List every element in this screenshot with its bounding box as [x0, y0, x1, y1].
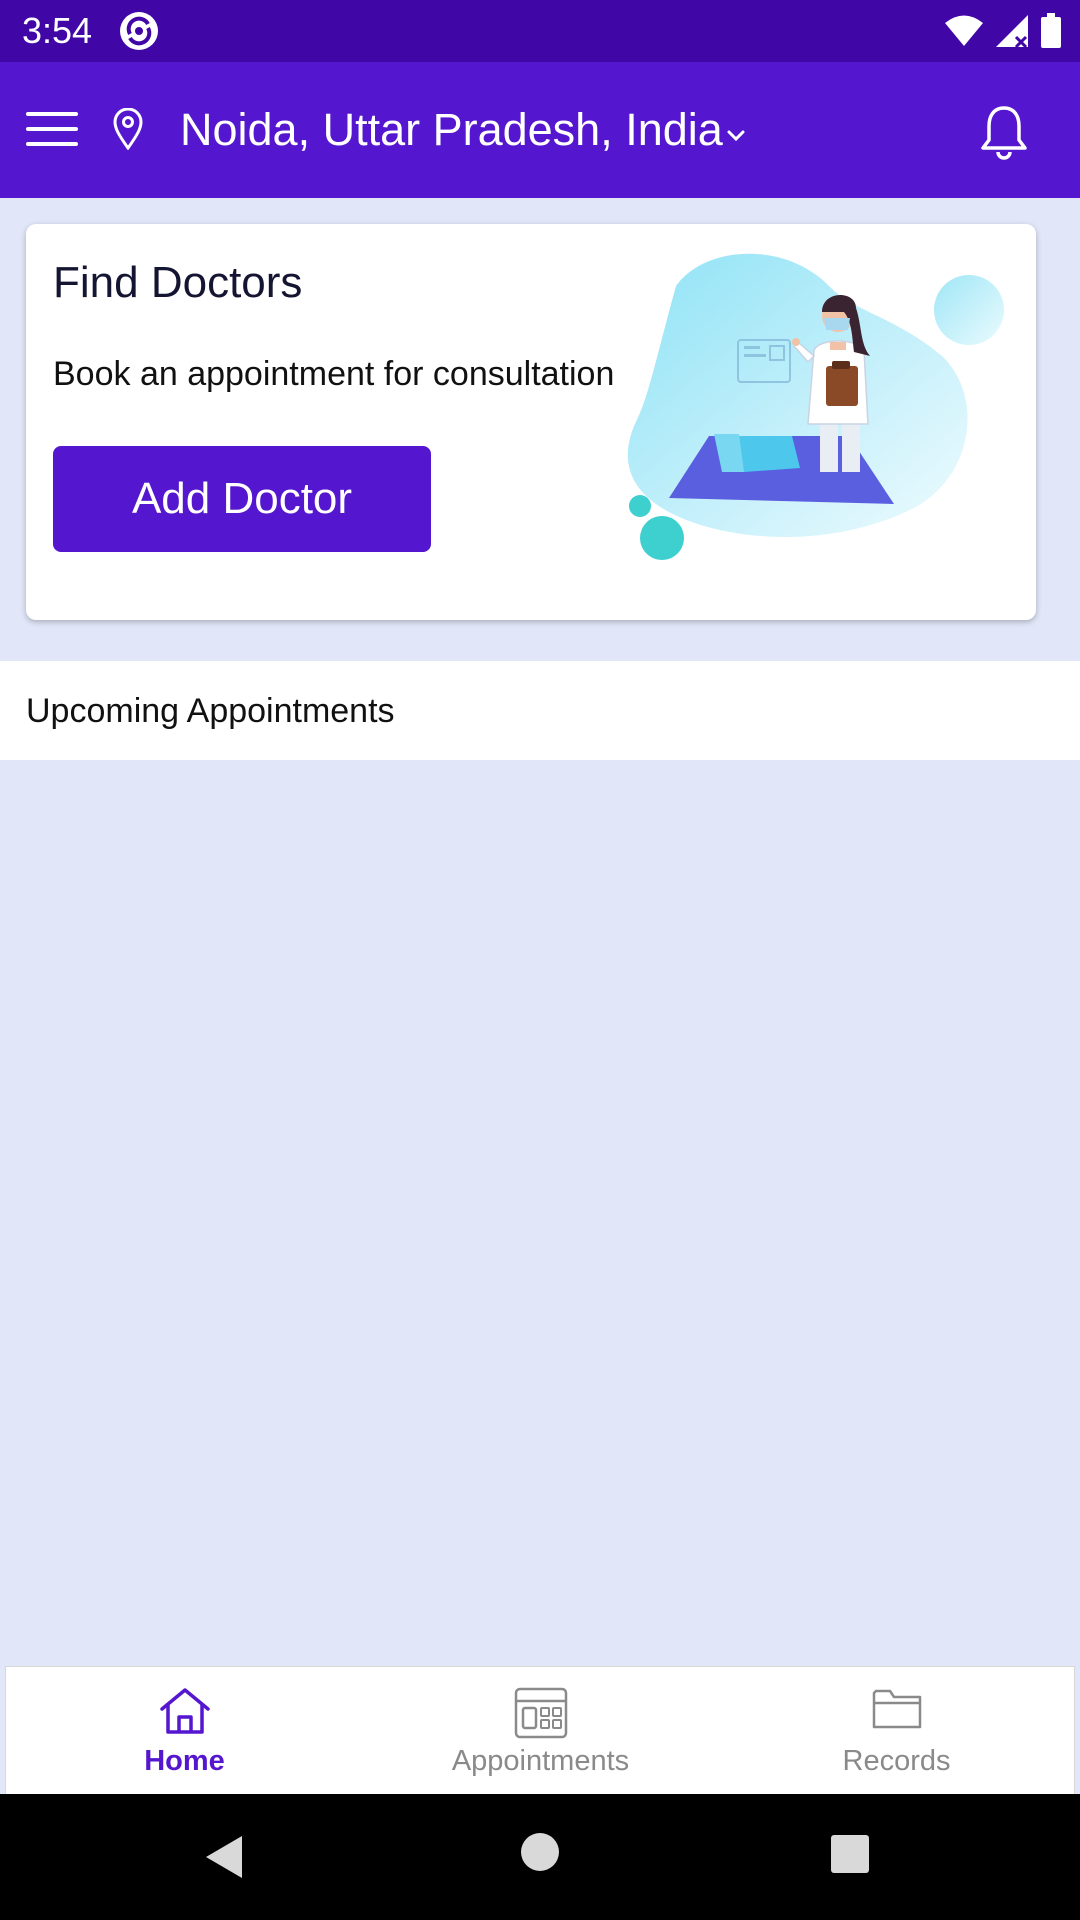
app-notification-icon [120, 12, 158, 50]
add-doctor-button[interactable]: Add Doctor [53, 446, 431, 552]
upcoming-appointments-section: Upcoming Appointments [0, 661, 1080, 760]
wifi-icon [945, 15, 983, 46]
screen: 3:54 Noida, Uttar Pradesh, India Find Do… [0, 0, 1080, 1920]
card-subtitle: Book an appointment for consultation [53, 355, 615, 393]
nav-records-label: Records [842, 1745, 951, 1777]
status-time: 3:54 [22, 10, 93, 51]
folder-icon [872, 1689, 921, 1729]
upcoming-appointments-label: Upcoming Appointments [26, 692, 395, 730]
back-icon[interactable] [204, 1834, 244, 1880]
nav-records[interactable]: Records [718, 1667, 1075, 1795]
home-icon [159, 1688, 210, 1734]
app-bar: Noida, Uttar Pradesh, India [0, 62, 1080, 198]
recents-icon[interactable] [830, 1834, 870, 1874]
battery-icon [1041, 13, 1061, 48]
location-selector[interactable]: Noida, Uttar Pradesh, India [180, 102, 723, 158]
nav-home[interactable]: Home [6, 1667, 363, 1795]
find-doctors-card: Find Doctors Book an appointment for con… [26, 224, 1036, 620]
doctor-illustration [627, 253, 1004, 560]
calendar-grid-icon [514, 1687, 567, 1739]
cell-signal-icon [996, 15, 1028, 49]
status-bar: 3:54 [0, 0, 1080, 62]
location-pin-icon [113, 108, 143, 150]
nav-appointments-label: Appointments [451, 1745, 630, 1777]
bottom-navigation: Home Appointments Records [5, 1666, 1075, 1794]
menu-icon[interactable] [24, 108, 80, 150]
chevron-down-icon[interactable] [724, 124, 748, 148]
home-circle-icon[interactable] [520, 1832, 560, 1872]
system-navigation-bar [0, 1794, 1080, 1920]
status-icons [944, 10, 1062, 52]
nav-appointments[interactable]: Appointments [362, 1667, 719, 1795]
notification-bell-icon[interactable] [976, 102, 1032, 162]
nav-home-label: Home [144, 1745, 225, 1777]
card-title: Find Doctors [53, 258, 303, 307]
